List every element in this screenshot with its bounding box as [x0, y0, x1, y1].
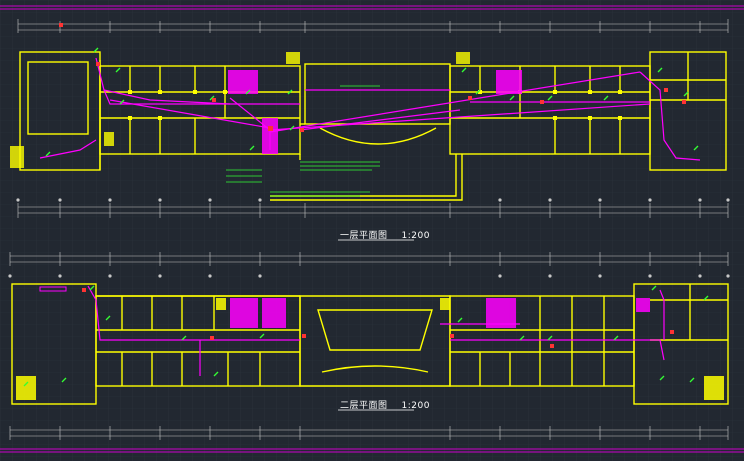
- grid-marker-red: [59, 23, 63, 27]
- plan-title-text: 一层平面图: [340, 231, 388, 241]
- plan-title-floor-1: 一层平面图 1:200: [340, 228, 430, 241]
- plan-scale-text: 1:200: [401, 231, 430, 241]
- plan-scale-text: 1:200: [401, 401, 430, 411]
- plan-title-floor-2: 二层平面图 1:200: [340, 398, 430, 411]
- plan-title-text: 二层平面图: [340, 401, 388, 411]
